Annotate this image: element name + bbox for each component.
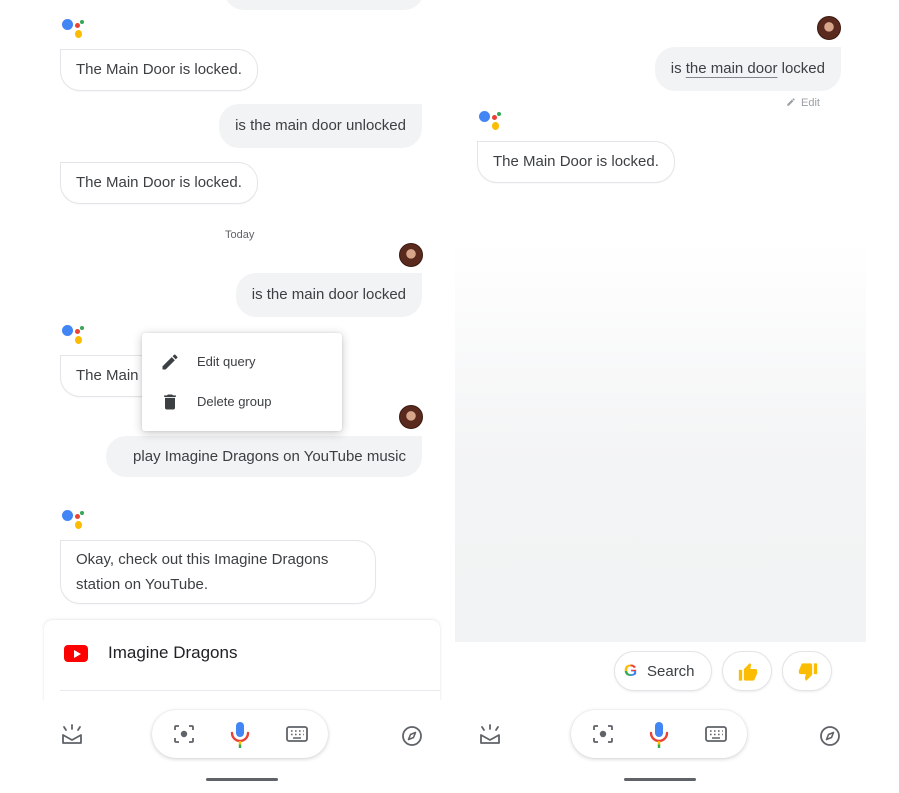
- assistant-reply-text: The Main Door is locked.: [493, 153, 659, 170]
- assistant-reply-text: The Main Door is locked.: [76, 61, 242, 78]
- trash-icon: [160, 392, 180, 412]
- input-pill: [571, 710, 747, 758]
- menu-item-edit-query[interactable]: Edit query: [142, 342, 342, 382]
- updates-icon[interactable]: [478, 724, 502, 751]
- google-g-icon: G: [624, 661, 638, 680]
- assistant-bottom-bar: [455, 700, 866, 793]
- lens-icon[interactable]: [173, 724, 195, 749]
- user-avatar: [399, 243, 423, 267]
- keyboard-icon[interactable]: [286, 726, 308, 747]
- assistant-reply-bubble[interactable]: The Main Door is locked.: [60, 49, 258, 91]
- explore-icon[interactable]: [819, 725, 841, 752]
- mic-icon[interactable]: [647, 720, 671, 755]
- right-screen: is the main door locked Edit The Main Do…: [455, 0, 866, 793]
- lens-icon[interactable]: [592, 724, 614, 749]
- assistant-logo-icon: [62, 19, 86, 41]
- assistant-reply-bubble[interactable]: The Main Door is locked.: [477, 141, 675, 183]
- menu-item-label: Delete group: [197, 394, 272, 409]
- search-chip[interactable]: G Search: [614, 651, 712, 691]
- keyboard-icon[interactable]: [705, 726, 727, 747]
- user-query-bubble[interactable]: is the main door unlocked: [219, 104, 422, 148]
- assistant-logo-icon: [62, 510, 86, 532]
- input-pill: [152, 710, 328, 758]
- pencil-icon: [787, 98, 795, 106]
- user-query-bubble[interactable]: is the main door locked: [235, 273, 422, 317]
- user-query-text: play Imagine Dragons on YouTube music: [133, 448, 406, 465]
- user-query-highlight[interactable]: the main door: [686, 60, 778, 77]
- explore-icon[interactable]: [401, 725, 423, 752]
- youtube-icon: [64, 645, 88, 662]
- mic-icon[interactable]: [228, 720, 252, 755]
- assistant-bottom-bar: [40, 700, 448, 793]
- assistant-reply-text: Okay, check out this Imagine Dragons sta…: [76, 551, 329, 593]
- user-query-text: is the main door locked: [251, 286, 406, 303]
- user-avatar: [399, 405, 423, 429]
- user-query-text: is the main door unlocked: [235, 117, 406, 134]
- conversation-empty-area: [455, 240, 866, 642]
- home-indicator: [624, 778, 696, 781]
- thumbs-up-chip[interactable]: [722, 651, 772, 691]
- divider: [60, 690, 440, 691]
- suggestion-chips-row: G Search: [455, 642, 866, 700]
- card-title: Imagine Dragons: [108, 643, 238, 662]
- assistant-reply-text: The Main: [76, 367, 139, 384]
- date-divider: Today: [225, 229, 255, 241]
- message-context-menu: Edit query Delete group: [142, 333, 342, 431]
- user-query-bubble[interactable]: play Imagine Dragons on YouTube music: [106, 436, 422, 477]
- home-indicator: [206, 778, 278, 781]
- edit-query-link[interactable]: Edit: [786, 97, 820, 109]
- youtube-result-card[interactable]: Imagine Dragons: [44, 620, 440, 702]
- menu-item-label: Edit query: [197, 354, 256, 369]
- thumbs-down-icon: [798, 663, 818, 687]
- thumbs-up-icon: [738, 662, 758, 686]
- left-screen: The Main Door is locked. is the main doo…: [40, 0, 448, 793]
- user-query-prefix: is: [670, 60, 686, 77]
- assistant-reply-bubble[interactable]: Okay, check out this Imagine Dragons sta…: [60, 540, 376, 604]
- search-chip-label: Search: [647, 663, 695, 680]
- menu-item-delete-group[interactable]: Delete group: [142, 382, 342, 422]
- user-query-suffix: locked: [777, 60, 825, 77]
- edit-label: Edit: [801, 97, 820, 109]
- updates-icon[interactable]: [60, 724, 84, 751]
- assistant-reply-text: The Main Door is locked.: [76, 174, 242, 191]
- user-query-bubble[interactable]: is the main door locked: [654, 47, 841, 91]
- thumbs-down-chip[interactable]: [782, 651, 832, 691]
- user-query-bubble-cutoff[interactable]: [224, 0, 424, 10]
- assistant-logo-icon: [62, 325, 86, 347]
- pencil-icon: [160, 352, 180, 372]
- assistant-logo-icon: [479, 111, 503, 133]
- assistant-reply-bubble[interactable]: The Main Door is locked.: [60, 162, 258, 204]
- user-avatar: [817, 16, 841, 40]
